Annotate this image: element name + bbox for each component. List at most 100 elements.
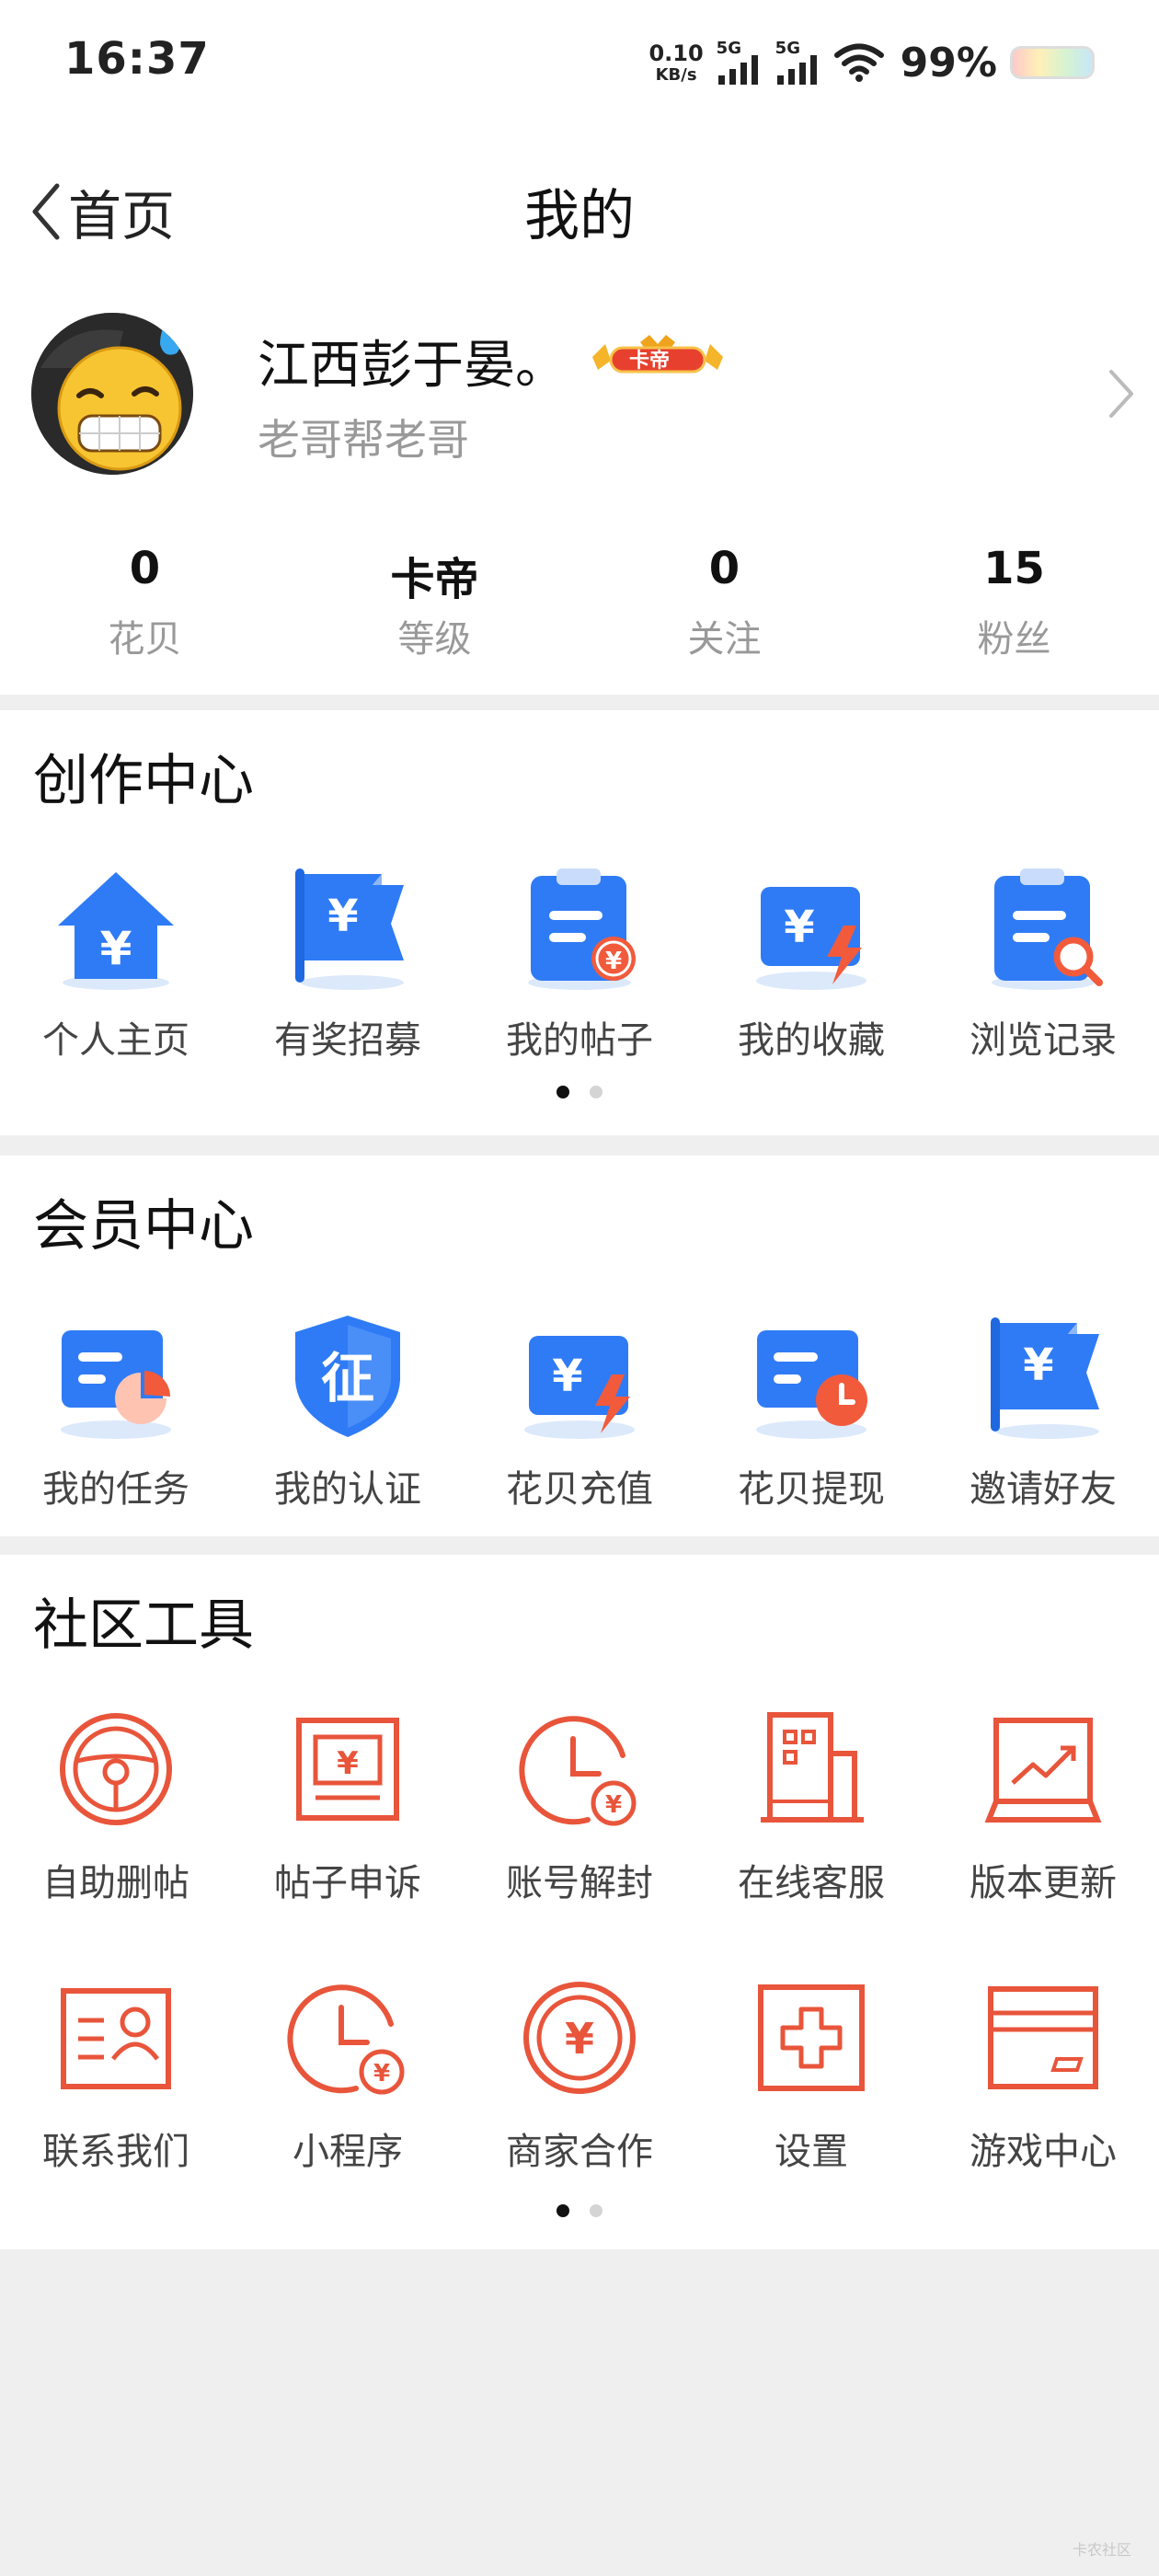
nav-header: 首页 我的 [0,129,1159,276]
grid-item-my-verification[interactable]: 征 我的认证 [232,1306,464,1512]
grid-item-label: 设置 [775,2131,848,2173]
grid-item-label: 帖子申诉 [274,1862,421,1904]
status-time: 16:37 [64,33,210,85]
battery-icon [1010,46,1095,79]
vip-badge-label: 卡帝 [629,350,671,373]
house-yuan-icon: ¥ [58,872,174,990]
section-title: 创作中心 [33,749,254,813]
shield-verify-icon: 征 [295,1316,400,1437]
grid-item-personal-home[interactable]: ¥ 个人主页 [0,857,232,1064]
svg-text:¥: ¥ [1023,1340,1053,1391]
chevron-right-icon[interactable] [1107,368,1135,420]
page-dot-active [557,1086,569,1098]
grid-item-label: 游戏中心 [970,2131,1117,2173]
grid-item-label: 账号解封 [506,1862,653,1904]
stat-value: 卡帝 [390,554,479,605]
building-icon [761,1712,864,1823]
stat-value: 0 [708,543,740,594]
stat-label: 花贝 [108,618,182,661]
grid-item-label: 有奖招募 [274,1019,421,1062]
card-pie-icon [61,1330,171,1439]
clipboard-search-icon [992,868,1103,990]
page-dot-active [557,2204,569,2217]
grid-item-contact-us[interactable]: 联系我们 [0,1969,232,2175]
network-speed: 0.10 KB/s [648,42,703,84]
stat-huabei[interactable]: 0 花贝 [0,543,290,662]
grid-item-unban-account[interactable]: ¥ 账号解封 [464,1700,695,1906]
page-indicator [0,2204,1159,2217]
svg-text:¥: ¥ [605,1791,622,1819]
section-title: 会员中心 [33,1194,254,1259]
page-dot [590,2204,602,2217]
grid-item-withdraw[interactable]: 花贝提现 [695,1306,927,1512]
grid-item-favorites[interactable]: ¥ 我的收藏 [695,857,927,1064]
grid-item-label: 我的收藏 [738,1019,885,1062]
svg-text:¥: ¥ [100,922,132,975]
clock-yuan-icon: ¥ [519,1716,637,1826]
grid-item-label: 商家合作 [506,2131,653,2173]
grid-item-post-appeal[interactable]: ¥ 帖子申诉 [232,1700,464,1906]
battery-percent: 99% [900,39,997,86]
svg-text:¥: ¥ [327,891,358,942]
creation-center-grid: ¥ 个人主页 ¥ 有奖招募 ¥ 我的帖子 ¥ 我的收藏 浏览记录 [0,857,1159,1064]
grid-item-label: 自助删帖 [42,1862,189,1904]
svg-text:¥: ¥ [373,2060,390,2087]
grid-item-customer-service[interactable]: 在线客服 [695,1700,927,1906]
grid-item-history[interactable]: 浏览记录 [927,857,1159,1064]
community-tools-row-2: 联系我们 ¥ 小程序 ¥ 商家合作 设置 游戏中心 [0,1969,1159,2175]
grid-item-game-center[interactable]: 游戏中心 [927,1969,1159,2175]
grid-item-version-update[interactable]: 版本更新 [927,1700,1159,1906]
network-speed-value: 0.10 [648,40,704,66]
svg-text:¥: ¥ [784,902,814,953]
grid-item-label: 邀请好友 [970,1468,1117,1511]
clock-yuan-icon: ¥ [287,1984,405,2095]
grid-item-mini-program[interactable]: ¥ 小程序 [232,1969,464,2175]
stat-followers[interactable]: 15 粉丝 [869,543,1159,662]
network-speed-unit: KB/s [655,64,697,85]
flag-yuan-icon: ¥ [991,1317,1099,1439]
watermark: 卡农社区 [1072,2541,1131,2559]
avatar[interactable] [31,313,193,475]
page-title: 我的 [524,184,635,248]
svg-text:征: 征 [321,1347,374,1409]
avatar-emoji-icon [31,313,193,475]
vip-badge: 卡帝 [589,333,727,381]
svg-text:¥: ¥ [552,1351,582,1402]
grid-item-settings[interactable]: 设置 [695,1969,927,2175]
stat-value: 0 [129,543,161,594]
stat-label: 粉丝 [977,618,1051,661]
plus-box-icon [758,1984,865,2091]
page-indicator [0,1086,1159,1098]
chart-trend-icon [984,1718,1102,1823]
grid-item-label: 我的任务 [42,1468,189,1511]
grid-item-label: 浏览记录 [970,1019,1117,1062]
grid-item-business[interactable]: ¥ 商家合作 [464,1969,695,2175]
stat-following[interactable]: 0 关注 [580,543,869,662]
grid-item-self-delete[interactable]: 自助删帖 [0,1700,232,1906]
user-stats: 0 花贝 卡帝 等级 0 关注 15 粉丝 [0,543,1159,662]
grid-item-invite[interactable]: ¥ 邀请好友 [927,1306,1159,1512]
wifi-icon [833,43,884,82]
page-dot [590,1086,602,1098]
grid-item-label: 版本更新 [970,1862,1117,1904]
grid-item-label: 我的认证 [274,1468,421,1511]
status-icons: 0.10 KB/s 5G 5G 99% [648,35,1095,90]
grid-item-my-tasks[interactable]: 我的任务 [0,1306,232,1512]
card-lightning-icon: ¥ [756,887,866,990]
grid-item-recruit[interactable]: ¥ 有奖招募 [232,857,464,1064]
svg-text:¥: ¥ [565,2014,594,2064]
signal-sim1-icon: 5G [717,39,763,86]
grid-item-my-posts[interactable]: ¥ 我的帖子 [464,857,695,1064]
coin-yuan-icon: ¥ [523,1982,636,2094]
grid-item-label: 我的帖子 [506,1019,653,1062]
creation-center-section: 创作中心 ¥ 个人主页 ¥ 有奖招募 ¥ 我的帖子 ¥ 我的收藏 浏览记录 [0,710,1159,1135]
contact-card-icon [61,1988,171,2089]
profile-card[interactable]: 江西彭于晏。 卡帝 老哥帮老哥 0 花贝 卡帝 等级 0 关注 15 粉丝 [0,276,1159,695]
signal-sim2-icon: 5G [775,39,821,86]
grid-item-recharge[interactable]: ¥ 花贝充值 [464,1306,695,1512]
card-clock-icon [756,1330,867,1439]
stat-label: 等级 [397,618,472,661]
grid-item-label: 个人主页 [42,1019,189,1062]
grid-item-label: 在线客服 [738,1862,885,1904]
stat-level[interactable]: 卡帝 等级 [290,543,580,662]
